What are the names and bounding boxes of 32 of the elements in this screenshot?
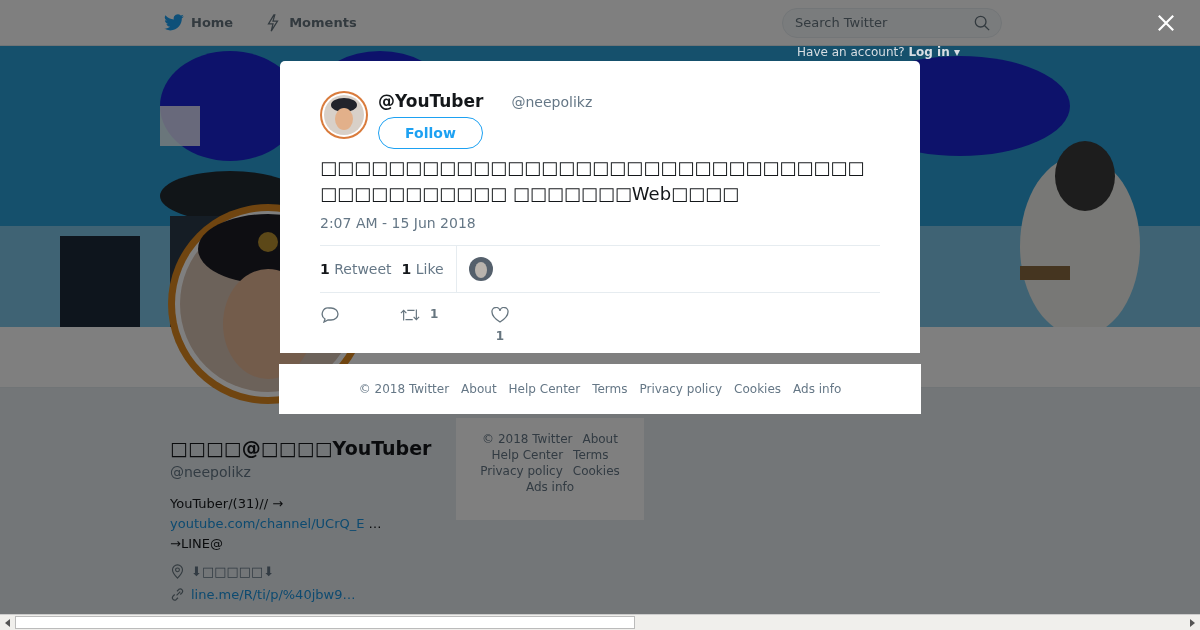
link-icon (170, 587, 185, 602)
nav-link[interactable]: Home (163, 13, 234, 32)
action-count: 1 (495, 329, 505, 343)
footer-link[interactable]: Privacy policy (480, 464, 563, 478)
scroll-right-icon[interactable] (1190, 618, 1195, 627)
search-icon (974, 14, 990, 31)
footer-link[interactable]: Help Center (508, 382, 581, 396)
horizontal-scrollbar[interactable] (0, 614, 1200, 630)
footer-link[interactable]: About (461, 382, 497, 396)
handle: @neepolikz (170, 464, 252, 480)
footer-link[interactable]: © 2018 Twitter (482, 432, 573, 446)
website-link[interactable]: line.me/R/ti/p/%40jbw9… (191, 587, 356, 602)
scroll-left-icon[interactable] (5, 618, 10, 627)
nav-link[interactable]: Moments (263, 13, 357, 32)
bio-link[interactable]: youtube.com/channel/UCrQ_E (170, 516, 365, 531)
location-pin-icon (170, 564, 185, 579)
close-icon[interactable] (1157, 14, 1175, 32)
footer-link[interactable]: Ads info (793, 382, 842, 396)
footer-link[interactable]: Help Center (491, 448, 564, 462)
footer-link[interactable]: Terms (573, 448, 609, 462)
bio: YouTuber/(31)// → youtube.com/channel/UCrQ_E …→LINE@ (170, 495, 383, 553)
footer-link[interactable]: Ads info (525, 480, 575, 494)
footer-link[interactable]: Terms (592, 382, 628, 396)
bird-icon (163, 13, 185, 32)
footer-link[interactable]: About (582, 432, 618, 446)
display-name: □□□□@□□□□YouTuber (170, 436, 432, 461)
location-text: ⬇□□□□□⬇ (191, 564, 275, 579)
search-field[interactable]: Search Twitter (782, 7, 1002, 38)
footer-link[interactable]: Cookies (572, 464, 620, 478)
footer-link[interactable]: Privacy policy (639, 382, 723, 396)
footer-link[interactable]: © 2018 Twitter (358, 382, 450, 396)
footer-link[interactable]: Cookies (734, 382, 782, 396)
